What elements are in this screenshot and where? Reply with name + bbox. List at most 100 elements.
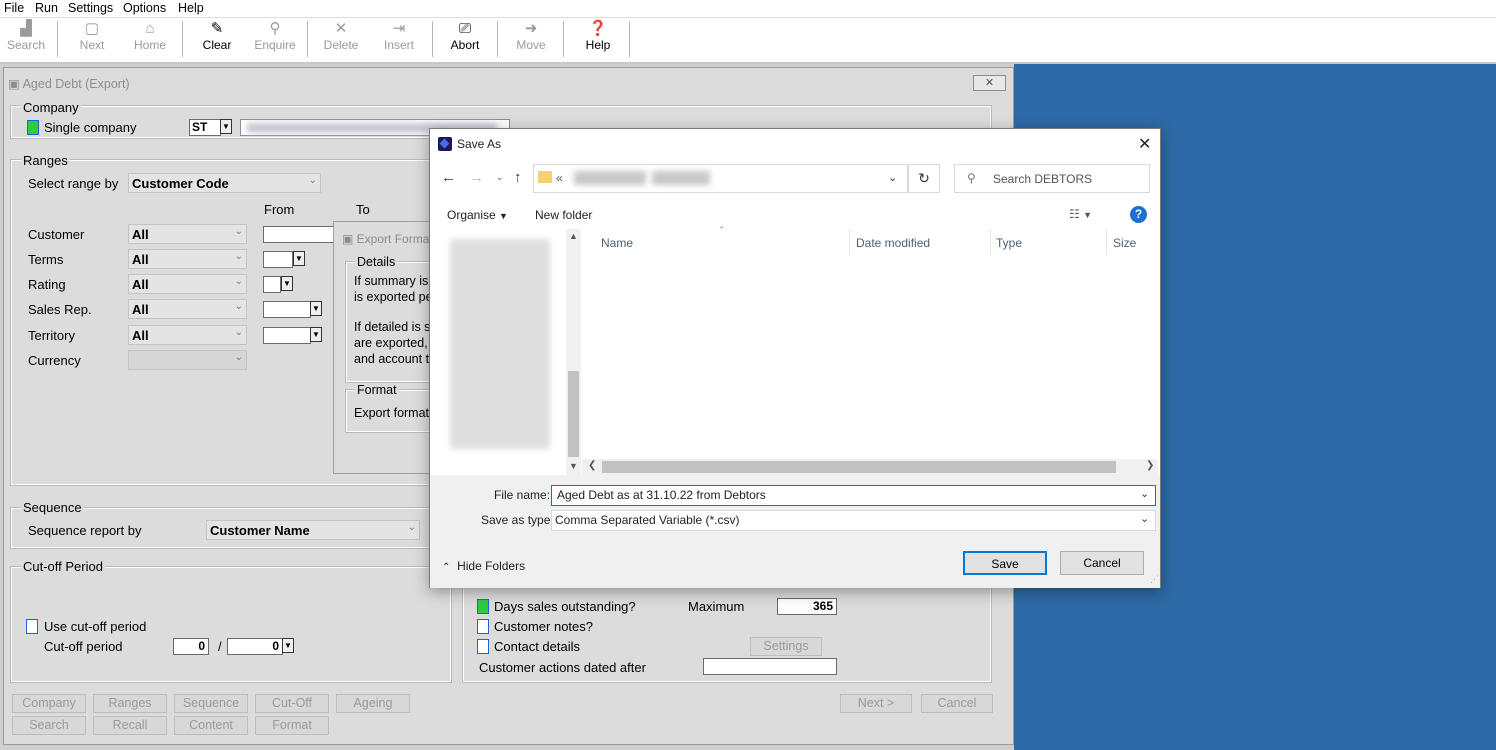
chevron-down-icon[interactable]: ⌄ xyxy=(888,171,897,184)
folder-tree-pane[interactable] xyxy=(442,229,564,455)
home-button-label: Home xyxy=(133,38,166,52)
delete-button[interactable]: ✕ Delete xyxy=(320,20,362,60)
menu-file[interactable]: File xyxy=(4,1,24,15)
view-options-icon[interactable]: ☷ ▼ xyxy=(1069,207,1092,221)
column-date-modified[interactable]: Date modified xyxy=(856,236,930,250)
nav-recall-button[interactable]: Recall xyxy=(93,716,167,735)
move-button[interactable]: ➜ Move xyxy=(510,20,552,60)
scroll-down-icon[interactable]: ▼ xyxy=(569,461,578,471)
nav-search-button[interactable]: Search xyxy=(12,716,86,735)
scroll-left-icon[interactable]: ❮ xyxy=(588,460,596,471)
menu-help[interactable]: Help xyxy=(178,1,204,15)
help-icon[interactable]: ? xyxy=(1130,206,1147,223)
column-name[interactable]: Name xyxy=(601,236,633,250)
refresh-button[interactable]: ↻ xyxy=(908,164,940,193)
menu-settings[interactable]: Settings xyxy=(68,1,113,15)
customer-from-field[interactable] xyxy=(263,226,335,243)
tree-scroll-thumb[interactable] xyxy=(568,371,579,457)
clear-button[interactable]: ✎ Clear xyxy=(196,20,238,60)
rating-from-dropdown[interactable]: ▼ xyxy=(281,276,293,291)
cancel-wizard-button[interactable]: Cancel xyxy=(921,694,993,713)
nav-sequence-button[interactable]: Sequence xyxy=(174,694,248,713)
window-close-button[interactable]: ✕ xyxy=(973,75,1006,91)
scroll-up-icon[interactable]: ▲ xyxy=(569,231,578,241)
territory-range-select[interactable]: All ⌄ xyxy=(128,325,247,345)
address-bar[interactable]: « ⌄ xyxy=(533,164,908,193)
forward-arrow-icon[interactable]: → xyxy=(469,169,484,186)
company-code-field[interactable]: ST xyxy=(189,119,221,136)
currency-range-select[interactable]: ⌄ xyxy=(128,350,247,370)
terms-range-select[interactable]: All ⌄ xyxy=(128,249,247,269)
save-button[interactable]: Save xyxy=(963,551,1047,575)
chevron-down-icon[interactable]: ⌄ xyxy=(1140,512,1149,525)
recent-locations-icon[interactable]: ⌄ xyxy=(496,172,504,183)
cutoff-year-dropdown[interactable]: ▼ xyxy=(282,638,294,653)
territory-from-dropdown[interactable]: ▼ xyxy=(310,327,322,342)
scroll-right-icon[interactable]: ❯ xyxy=(1146,460,1154,471)
enquire-button[interactable]: ⚲ Enquire xyxy=(250,20,300,60)
nav-ranges-button[interactable]: Ranges xyxy=(93,694,167,713)
rating-range-select[interactable]: All ⌄ xyxy=(128,274,247,294)
toolbar-separator xyxy=(629,21,630,57)
settings-button[interactable]: Settings xyxy=(750,637,822,656)
up-arrow-icon[interactable]: ↑ xyxy=(514,169,522,186)
cutoff-period-field[interactable]: 0 xyxy=(173,638,209,655)
hscroll-thumb[interactable] xyxy=(602,461,1116,473)
days-sales-checkbox[interactable] xyxy=(477,599,489,614)
search-button[interactable]: ▟ Search xyxy=(4,20,48,60)
organise-menu[interactable]: Organise ▼ xyxy=(447,208,508,222)
insert-button[interactable]: ⇥ Insert xyxy=(378,20,420,60)
hide-folders-toggle[interactable]: ⌃ Hide Folders xyxy=(442,559,525,573)
abort-button[interactable]: ⎚ Abort xyxy=(444,20,486,60)
sales-rep-from-field[interactable] xyxy=(263,301,311,318)
company-code-dropdown[interactable]: ▼ xyxy=(220,119,232,134)
nav-content-button[interactable]: Content xyxy=(174,716,248,735)
cutoff-year-field[interactable]: 0 xyxy=(227,638,283,655)
nav-cutoff-button[interactable]: Cut-Off xyxy=(255,694,329,713)
chevron-down-icon[interactable]: ⌄ xyxy=(1140,487,1149,500)
menu-run[interactable]: Run xyxy=(35,1,58,15)
resize-grip-icon[interactable]: ⋰ xyxy=(1150,574,1159,585)
nav-format-button[interactable]: Format xyxy=(255,716,329,735)
column-size[interactable]: Size xyxy=(1113,236,1136,250)
customer-range-select[interactable]: All ⌄ xyxy=(128,224,247,244)
chevron-down-icon: ▼ xyxy=(222,122,230,131)
sales-rep-from-dropdown[interactable]: ▼ xyxy=(310,301,322,316)
file-name-input[interactable]: Aged Debt as at 31.10.22 from Debtors ⌄ xyxy=(551,485,1156,506)
chevron-down-icon: ⌄ xyxy=(234,251,243,262)
terms-range-value: All xyxy=(132,252,149,267)
sequence-dropdown[interactable]: Customer Name ⌄ xyxy=(206,520,420,540)
menu-options[interactable]: Options xyxy=(123,1,166,15)
contact-details-checkbox[interactable] xyxy=(477,639,489,654)
dialog-close-button[interactable]: ✕ xyxy=(1138,134,1151,154)
actions-after-field[interactable] xyxy=(703,658,837,675)
column-type[interactable]: Type xyxy=(996,236,1022,250)
customer-notes-checkbox[interactable] xyxy=(477,619,489,634)
sales-rep-range-select[interactable]: All ⌄ xyxy=(128,299,247,319)
territory-from-field[interactable] xyxy=(263,327,311,344)
file-list-hscrollbar[interactable]: ❮ ❯ xyxy=(582,459,1158,475)
help-button[interactable]: ❓ Help xyxy=(577,20,619,60)
terms-from-field[interactable] xyxy=(263,251,293,268)
next-button[interactable]: ▢ Next xyxy=(70,20,114,60)
tree-scrollbar[interactable]: ▲ ▼ xyxy=(566,229,581,475)
next-step-button[interactable]: Next > xyxy=(840,694,912,713)
select-range-dropdown[interactable]: Customer Code ⌄ xyxy=(128,173,321,193)
home-button[interactable]: ⌂ Home xyxy=(128,20,172,60)
back-arrow-icon[interactable]: ← xyxy=(441,169,456,186)
toolbar-separator xyxy=(182,21,183,57)
range-label-terms: Terms xyxy=(28,252,64,267)
nav-ageing-button[interactable]: Ageing xyxy=(336,694,410,713)
maximum-field[interactable]: 365 xyxy=(777,598,837,615)
new-folder-button[interactable]: New folder xyxy=(535,208,592,222)
rating-from-field[interactable] xyxy=(263,276,281,293)
single-company-checkbox[interactable] xyxy=(27,120,39,135)
nav-company-button[interactable]: Company xyxy=(12,694,86,713)
terms-from-dropdown[interactable]: ▼ xyxy=(293,251,305,266)
next-page-icon: ▢ xyxy=(84,20,100,37)
save-type-select[interactable]: Comma Separated Variable (*.csv) ⌄ xyxy=(551,510,1156,531)
file-list[interactable] xyxy=(582,256,1158,459)
search-box[interactable]: ⚲ Search DEBTORS xyxy=(954,164,1150,193)
use-cutoff-checkbox[interactable] xyxy=(26,619,38,634)
cancel-button[interactable]: Cancel xyxy=(1060,551,1144,575)
